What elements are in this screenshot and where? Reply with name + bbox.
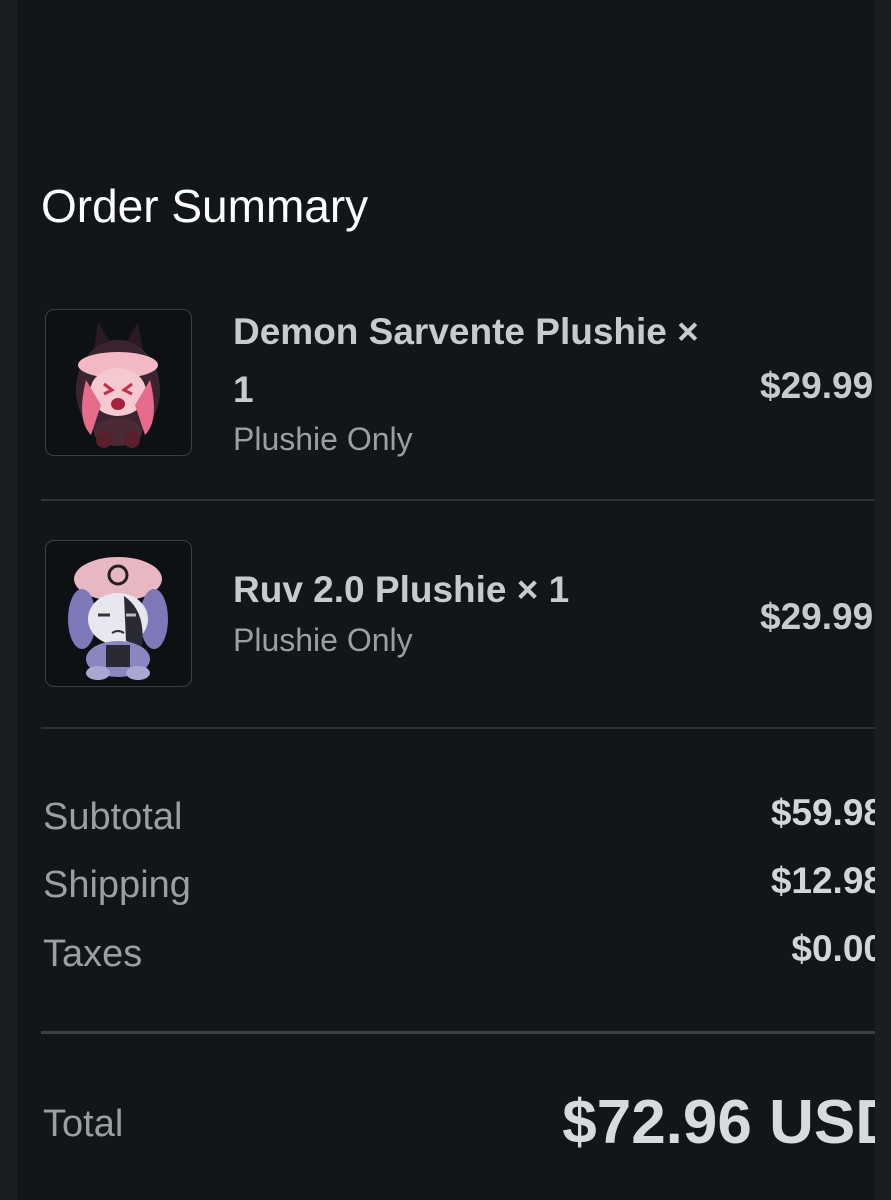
subtotal-label: Subtotal: [43, 796, 183, 838]
item-variant: Plushie Only: [233, 421, 413, 457]
line-item: Ruv 2.0 Plushie × 1 Plushie Only $29.99: [41, 540, 875, 690]
item-quantity: 1: [233, 369, 254, 410]
line-item: Demon Sarvente Plushie × 1 Plushie Only …: [41, 309, 875, 459]
order-summary-page: Order Summary Demon Sarvente Plushie × 1…: [0, 0, 891, 1200]
item-price: $29.99: [760, 365, 874, 406]
total-value: $72.96 USD: [562, 1088, 875, 1157]
shipping-label: Shipping: [43, 864, 191, 906]
order-summary-title: Order Summary: [41, 180, 369, 232]
item-name: Demon Sarvente Plushie ×: [233, 311, 699, 352]
total-label: Total: [43, 1103, 124, 1145]
divider: [41, 727, 875, 729]
shipping-value: $12.98: [770, 860, 875, 901]
item-price: $29.99: [760, 596, 874, 637]
item-name: Ruv 2.0 Plushie × 1: [233, 569, 570, 610]
item-variant: Plushie Only: [233, 622, 413, 658]
divider: [41, 1031, 875, 1034]
subtotal-value: $59.98: [770, 792, 875, 833]
right-edge: [875, 0, 891, 1200]
taxes-label: Taxes: [43, 933, 143, 975]
taxes-value: $0.00: [791, 928, 875, 969]
divider: [41, 499, 875, 501]
purple-hooded-plushie-image: [45, 540, 192, 687]
pink-demon-plushie-image: [45, 309, 192, 456]
summary-panel: Order Summary Demon Sarvente Plushie × 1…: [0, 0, 875, 1200]
